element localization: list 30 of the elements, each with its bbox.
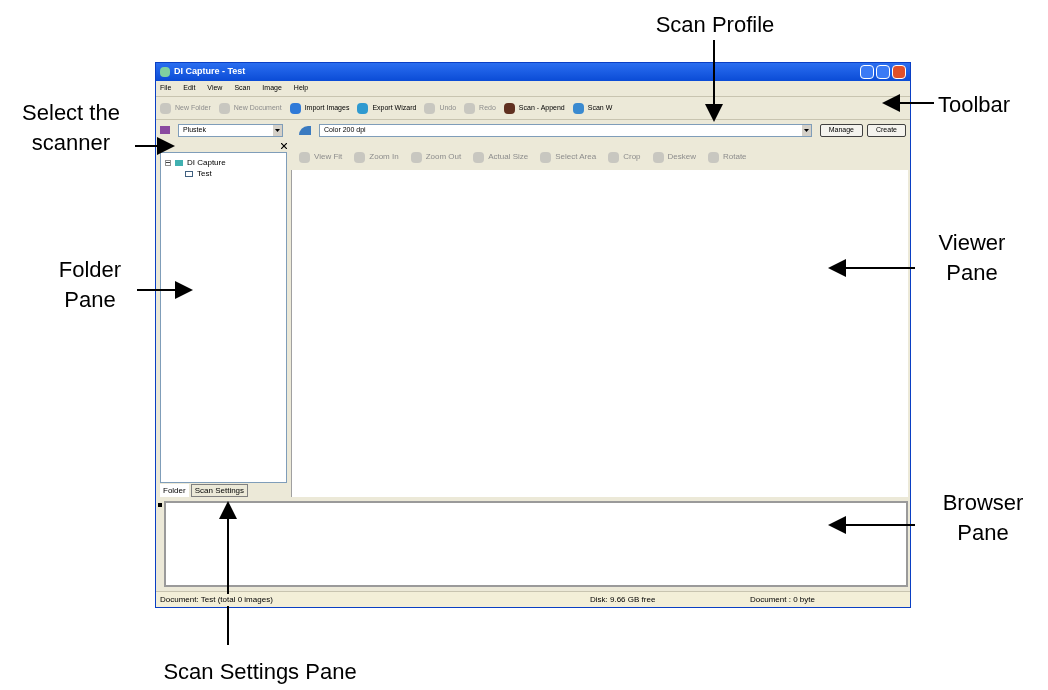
expander-icon[interactable] — [165, 159, 171, 166]
status-text: Disk: 9.66 GB free — [590, 593, 657, 606]
status-text: Document : 0 byte — [750, 593, 815, 606]
tree-item[interactable]: DI Capture — [187, 156, 226, 169]
close-button[interactable] — [892, 65, 906, 79]
callout-label: Browser Pane — [941, 489, 1025, 547]
callout-label: Toolbar — [938, 91, 1012, 119]
pane-tab[interactable]: Scan Settings — [190, 484, 249, 497]
profile-icon — [299, 125, 311, 135]
maximize-button[interactable] — [876, 65, 890, 79]
callout-label: Viewer Pane — [937, 229, 1007, 287]
app-icon — [160, 67, 170, 77]
scanner-icon — [160, 126, 170, 134]
callout-arrow — [882, 94, 935, 112]
callout-label: Scan Profile — [654, 11, 776, 39]
folder-icon — [175, 159, 183, 166]
callout-label: Folder Pane — [57, 256, 123, 314]
status-text: Document: Test (total 0 images) — [160, 593, 273, 606]
tree-item[interactable]: Test — [197, 167, 212, 180]
window-title: DI Capture - Test — [174, 65, 246, 79]
callout-arrow — [136, 281, 193, 299]
document-icon — [185, 170, 193, 177]
callout-label: Scan Settings Pane — [162, 658, 358, 686]
caret-icon — [801, 124, 811, 136]
caret-icon — [273, 124, 282, 136]
callout-arrow — [134, 137, 175, 155]
callout-label: Select the scanner — [21, 99, 121, 157]
close-icon[interactable] — [281, 143, 287, 149]
pane-tab[interactable]: Folder — [160, 484, 189, 497]
minimize-button[interactable] — [860, 65, 874, 79]
